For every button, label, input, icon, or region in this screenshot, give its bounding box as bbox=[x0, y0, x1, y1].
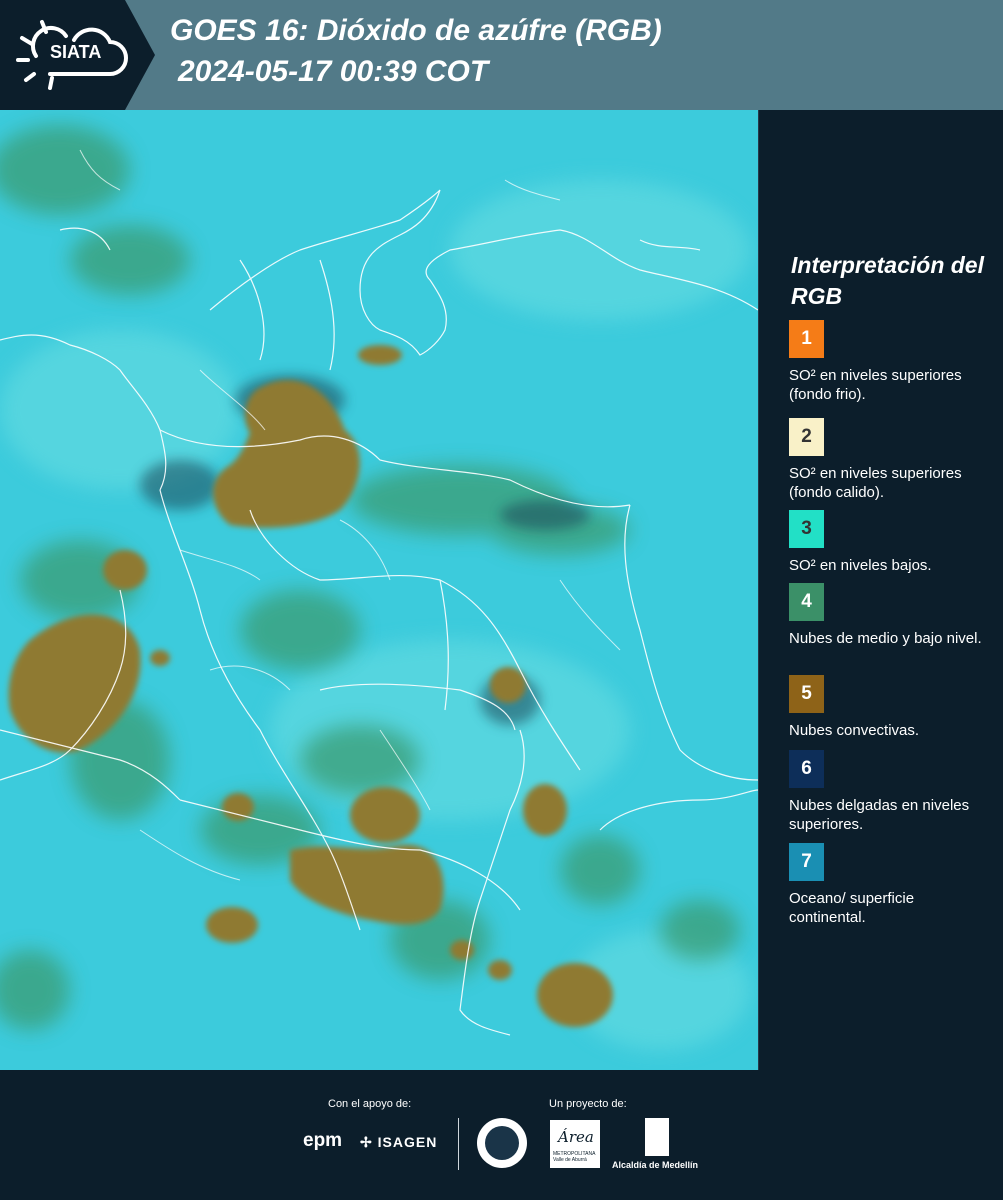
legend-item-6: 6 Nubes delgadas en niveles superiores. bbox=[789, 750, 994, 834]
legend-label: Oceano/ superficie continental. bbox=[789, 890, 915, 926]
rgb-satellite-image bbox=[0, 110, 758, 1070]
header: SIATA GOES 16: Dióxido de azúfre (RGB) 2… bbox=[0, 0, 1003, 110]
legend-item-3: 3 SO² en niveles bajos. bbox=[789, 510, 994, 575]
logo-text: SIATA bbox=[50, 42, 102, 62]
legend-panel: Interpretación del RGB 1 SO² en niveles … bbox=[758, 110, 1003, 1070]
legend-item-5: 5 Nubes convectivas. bbox=[789, 675, 994, 740]
support-label: Con el apoyo de: bbox=[328, 1098, 412, 1110]
legend-title: Interpretación del RGB bbox=[791, 252, 984, 309]
legend-label: Nubes de medio y bajo nivel. bbox=[789, 630, 982, 647]
legend-item-1: 1 SO² en niveles superiores (fondo frio)… bbox=[789, 320, 994, 404]
legend-item-7: 7 Oceano/ superficie continental. bbox=[789, 843, 994, 927]
legend-swatch: 3 bbox=[789, 510, 824, 548]
footer-divider bbox=[458, 1118, 459, 1170]
legend-number: 3 bbox=[801, 518, 812, 539]
legend-number: 4 bbox=[801, 591, 812, 612]
legend-label: SO² en niveles bajos. bbox=[789, 557, 932, 574]
legend-number: 5 bbox=[801, 683, 812, 704]
legend-swatch: 1 bbox=[789, 320, 824, 358]
legend-item-4: 4 Nubes de medio y bajo nivel. bbox=[789, 583, 994, 648]
legend-label: Nubes convectivas. bbox=[789, 722, 920, 739]
isagen-logo: ✢ ISAGEN bbox=[360, 1134, 437, 1151]
satellite-map bbox=[0, 110, 758, 1070]
legend-number: 6 bbox=[801, 758, 812, 779]
legend-swatch: 7 bbox=[789, 843, 824, 881]
project-label: Un proyecto de: bbox=[549, 1098, 627, 1110]
seal-inner bbox=[485, 1126, 519, 1160]
area-logo-subtext: METROPOLITANA Valle de Aburrá bbox=[553, 1151, 596, 1163]
isagen-icon: ✢ bbox=[360, 1134, 373, 1150]
universidad-seal-icon bbox=[477, 1118, 527, 1168]
page-title: GOES 16: Dióxido de azúfre (RGB) bbox=[170, 14, 662, 47]
legend-number: 1 bbox=[801, 328, 812, 349]
legend-swatch: 6 bbox=[789, 750, 824, 788]
footer: Con el apoyo de: Un proyecto de: epm ✢ I… bbox=[0, 1070, 1003, 1200]
area-logo-text: Área bbox=[558, 1128, 594, 1146]
legend-swatch: 5 bbox=[789, 675, 824, 713]
legend-swatch: 4 bbox=[789, 583, 824, 621]
alcaldia-label: Alcaldía de Medellín bbox=[612, 1160, 699, 1170]
area-metropolitana-logo: Área METROPOLITANA Valle de Aburrá bbox=[550, 1120, 600, 1168]
timestamp: 2024-05-17 00:39 COT bbox=[178, 55, 489, 88]
legend-item-2: 2 SO² en niveles superiores (fondo calid… bbox=[789, 418, 994, 521]
legend-number: 7 bbox=[801, 851, 812, 872]
legend-swatch: 2 bbox=[789, 418, 824, 456]
epm-logo: epm bbox=[303, 1130, 343, 1151]
legend-number: 2 bbox=[801, 426, 812, 447]
siata-logo: SIATA bbox=[14, 14, 134, 96]
isagen-text: ISAGEN bbox=[377, 1134, 438, 1150]
legend-label: Nubes delgadas en niveles superiores. bbox=[789, 797, 970, 833]
alcaldia-shield-icon bbox=[645, 1118, 669, 1156]
legend-label: SO² en niveles superiores (fondo frio). bbox=[789, 367, 962, 403]
